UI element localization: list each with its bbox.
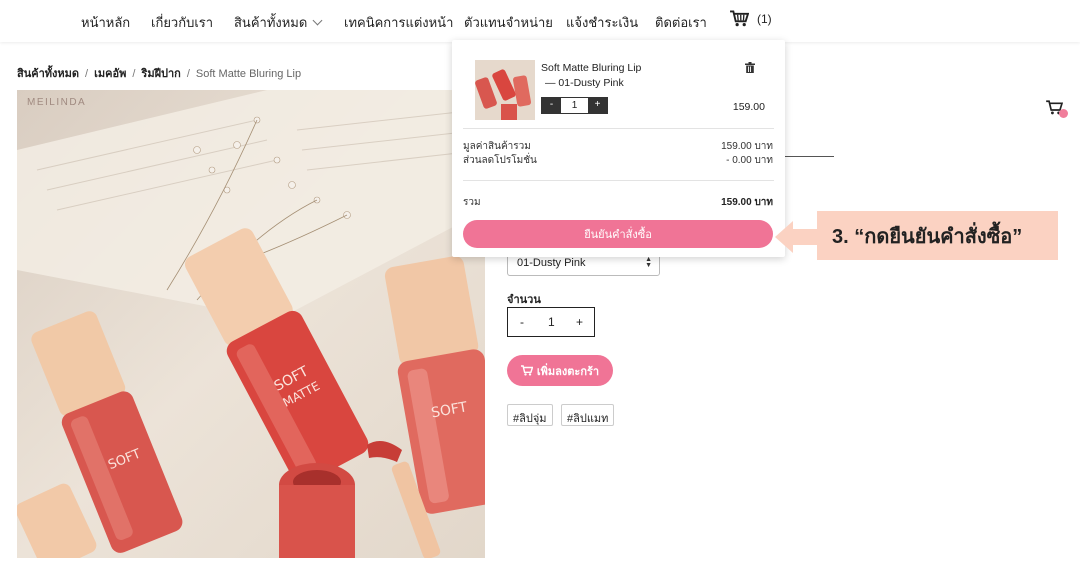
breadcrumb: สินค้าทั้งหมด / เมคอัพ / ริมฝีปาก / Soft Matte… [17,68,302,80]
breadcrumb-current: Soft Matte Bluring Lip [195,68,302,80]
cart-count: (1) [757,11,772,26]
nav-item-dealers[interactable]: ตัวแทนจำหน่าย [464,12,553,33]
nav-item-payment-notice[interactable]: แจ้งชำระเงิน [566,12,638,33]
subtotal-value: 159.00 บาท [721,141,773,152]
cart-item-name[interactable]: Soft Matte Bluring Lip [541,62,641,74]
cart-item-thumbnail [475,60,535,120]
total-label: รวม [463,197,481,208]
nav-item-contact[interactable]: ติดต่อเรา [655,12,707,33]
cart-icon [730,10,749,27]
product-photo: SOFT SOFT MATTE SOFT [17,90,485,558]
divider [463,180,774,181]
cart-item-price: 159.00 [732,101,765,113]
discount-label: ส่วนลดโปรโมชั่น [463,155,537,166]
nav-cart-button[interactable]: (1) [730,10,772,27]
nav-item-all-products[interactable]: สินค้าทั้งหมด [234,12,323,33]
breadcrumb-all-products[interactable]: สินค้าทั้งหมด [17,68,79,80]
product-image: SOFT SOFT MATTE SOFT MEILINDA [17,90,485,558]
arrow-left-icon [775,221,819,253]
nav-item-about[interactable]: เกี่ยวกับเรา [151,12,213,33]
select-arrows-icon: ▲ ▼ [645,256,652,269]
top-navigation: หน้าหลัก เกี่ยวกับเรา สินค้าทั้งหมด เทคน… [0,0,1080,42]
annotation-callout: 3. “กดยืนยันคำสั่งซื้อ” [817,211,1058,260]
nav-item-makeup-techniques[interactable]: เทคนิคการแต่งหน้า [344,12,453,33]
quantity-label: จำนวน [507,294,541,306]
tag-dip-lip[interactable]: #ลิปจุ่ม [507,404,553,426]
cart-item-quantity-value[interactable]: 1 [561,98,588,113]
chevron-down-icon [312,15,323,26]
breadcrumb-makeup[interactable]: เมคอัพ [94,68,126,80]
brand-watermark: MEILINDA [27,97,87,108]
quantity-value[interactable]: 1 [548,315,555,329]
breadcrumb-lips[interactable]: ริมฝีปาก [141,68,180,80]
cart-badge [1059,109,1068,118]
tag-matte-lip[interactable]: #ลิปแมท [561,404,615,426]
variant-select-value: 01-Dusty Pink [517,257,586,269]
add-to-cart-label: เพิ่มลงตะกร้า [536,365,600,378]
discount-value: - 0.00 บาท [726,155,773,166]
quantity-decrease-button[interactable]: - [520,315,524,329]
total-value: 159.00 บาท [721,197,773,208]
nav-item-home[interactable]: หน้าหลัก [81,12,130,33]
add-to-cart-button[interactable]: เพิ่มลงตะกร้า [507,355,613,386]
confirm-order-button[interactable]: ยืนยันคำสั่งซื้อ [463,220,773,248]
subtotal-label: มูลค่าสินค้ารวม [463,141,531,152]
annotation-text: 3. “กดยืนยันคำสั่งซื้อ” [832,225,1023,248]
cart-item-increase-button[interactable]: + [588,98,607,113]
trash-icon[interactable] [745,60,755,78]
confirm-order-label: ยืนยันคำสั่งซื้อ [584,229,652,241]
cart-item-quantity-stepper: - 1 + [541,97,608,114]
quantity-increase-button[interactable]: + [576,315,583,329]
cart-item-decrease-button[interactable]: - [542,98,561,113]
cart-icon [520,365,533,376]
side-cart-button[interactable] [1046,100,1068,120]
quantity-stepper: - 1 + [507,307,595,337]
cart-dropdown: Soft Matte Bluring Lip — 01-Dusty Pink -… [452,40,785,257]
divider [463,128,774,129]
cart-item-variant: — 01-Dusty Pink [545,77,624,89]
nav-item-all-products-label: สินค้าทั้งหมด [234,15,308,30]
